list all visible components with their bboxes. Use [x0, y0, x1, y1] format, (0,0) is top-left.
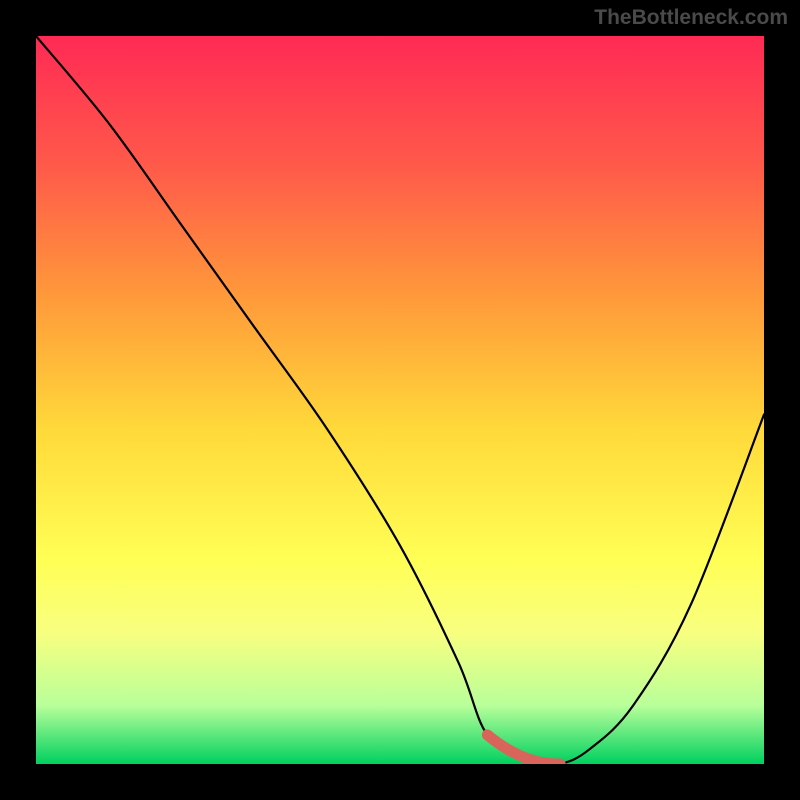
bottleneck-curve-svg: [36, 36, 764, 764]
chart-plot-area: [36, 36, 764, 764]
highlight-segment: [487, 735, 560, 764]
bottleneck-curve-path: [36, 36, 764, 764]
watermark-text: TheBottleneck.com: [594, 6, 788, 30]
